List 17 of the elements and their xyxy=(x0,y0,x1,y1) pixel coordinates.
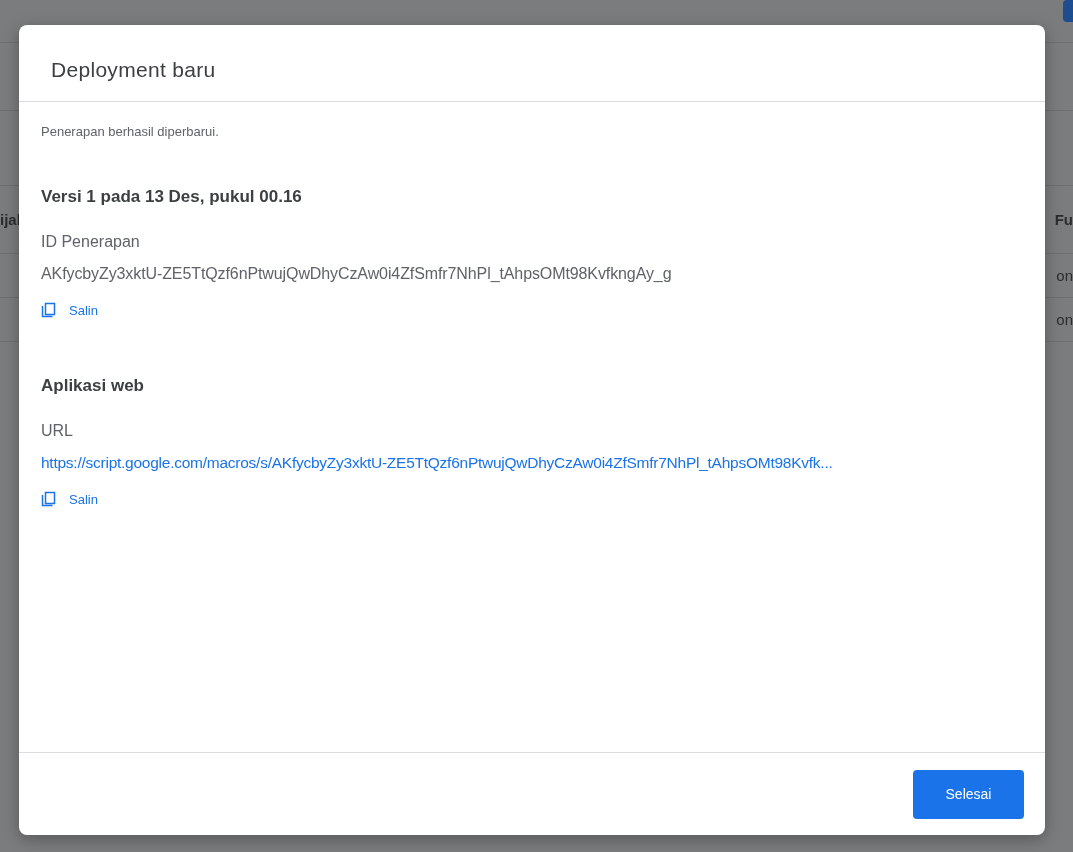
field-label: URL xyxy=(41,422,73,440)
copy-button[interactable]: Salin xyxy=(41,491,98,507)
table-cell: on xyxy=(1056,311,1073,328)
copy-icon xyxy=(41,302,57,318)
url-link[interactable]: https://script.google.com/macros/s/AKfycbyZy3xktU-ZE5TtQzf6nPtwujQwDhyCzAw0i4ZfSmfr7NhPl_tAhpsOMt98Kvfk... xyxy=(41,454,833,472)
done-button[interactable]: Selesai xyxy=(913,769,1024,819)
column-header: Fu xyxy=(1054,211,1073,228)
section-heading: Aplikasi web xyxy=(41,376,144,396)
copy-button[interactable]: Salin xyxy=(41,302,98,318)
table-cell: on xyxy=(1056,267,1073,284)
dialog-title: Deployment baru xyxy=(51,57,216,82)
deployment-id: AKfycbyZy3xktU-ZE5TtQzf6nPtwujQwDhyCzAw0i4ZfSmfr7NhPl_tAhpsOMt98KvfkngAy_g xyxy=(41,265,672,283)
section-heading: Versi 1 pada 13 Des, pukul 00.16 xyxy=(41,187,302,207)
field-label: ID Penerapan xyxy=(41,233,140,251)
copy-icon xyxy=(41,491,57,507)
page-button[interactable] xyxy=(1063,0,1073,22)
status-message: Penerapan berhasil diperbarui. xyxy=(41,124,220,139)
